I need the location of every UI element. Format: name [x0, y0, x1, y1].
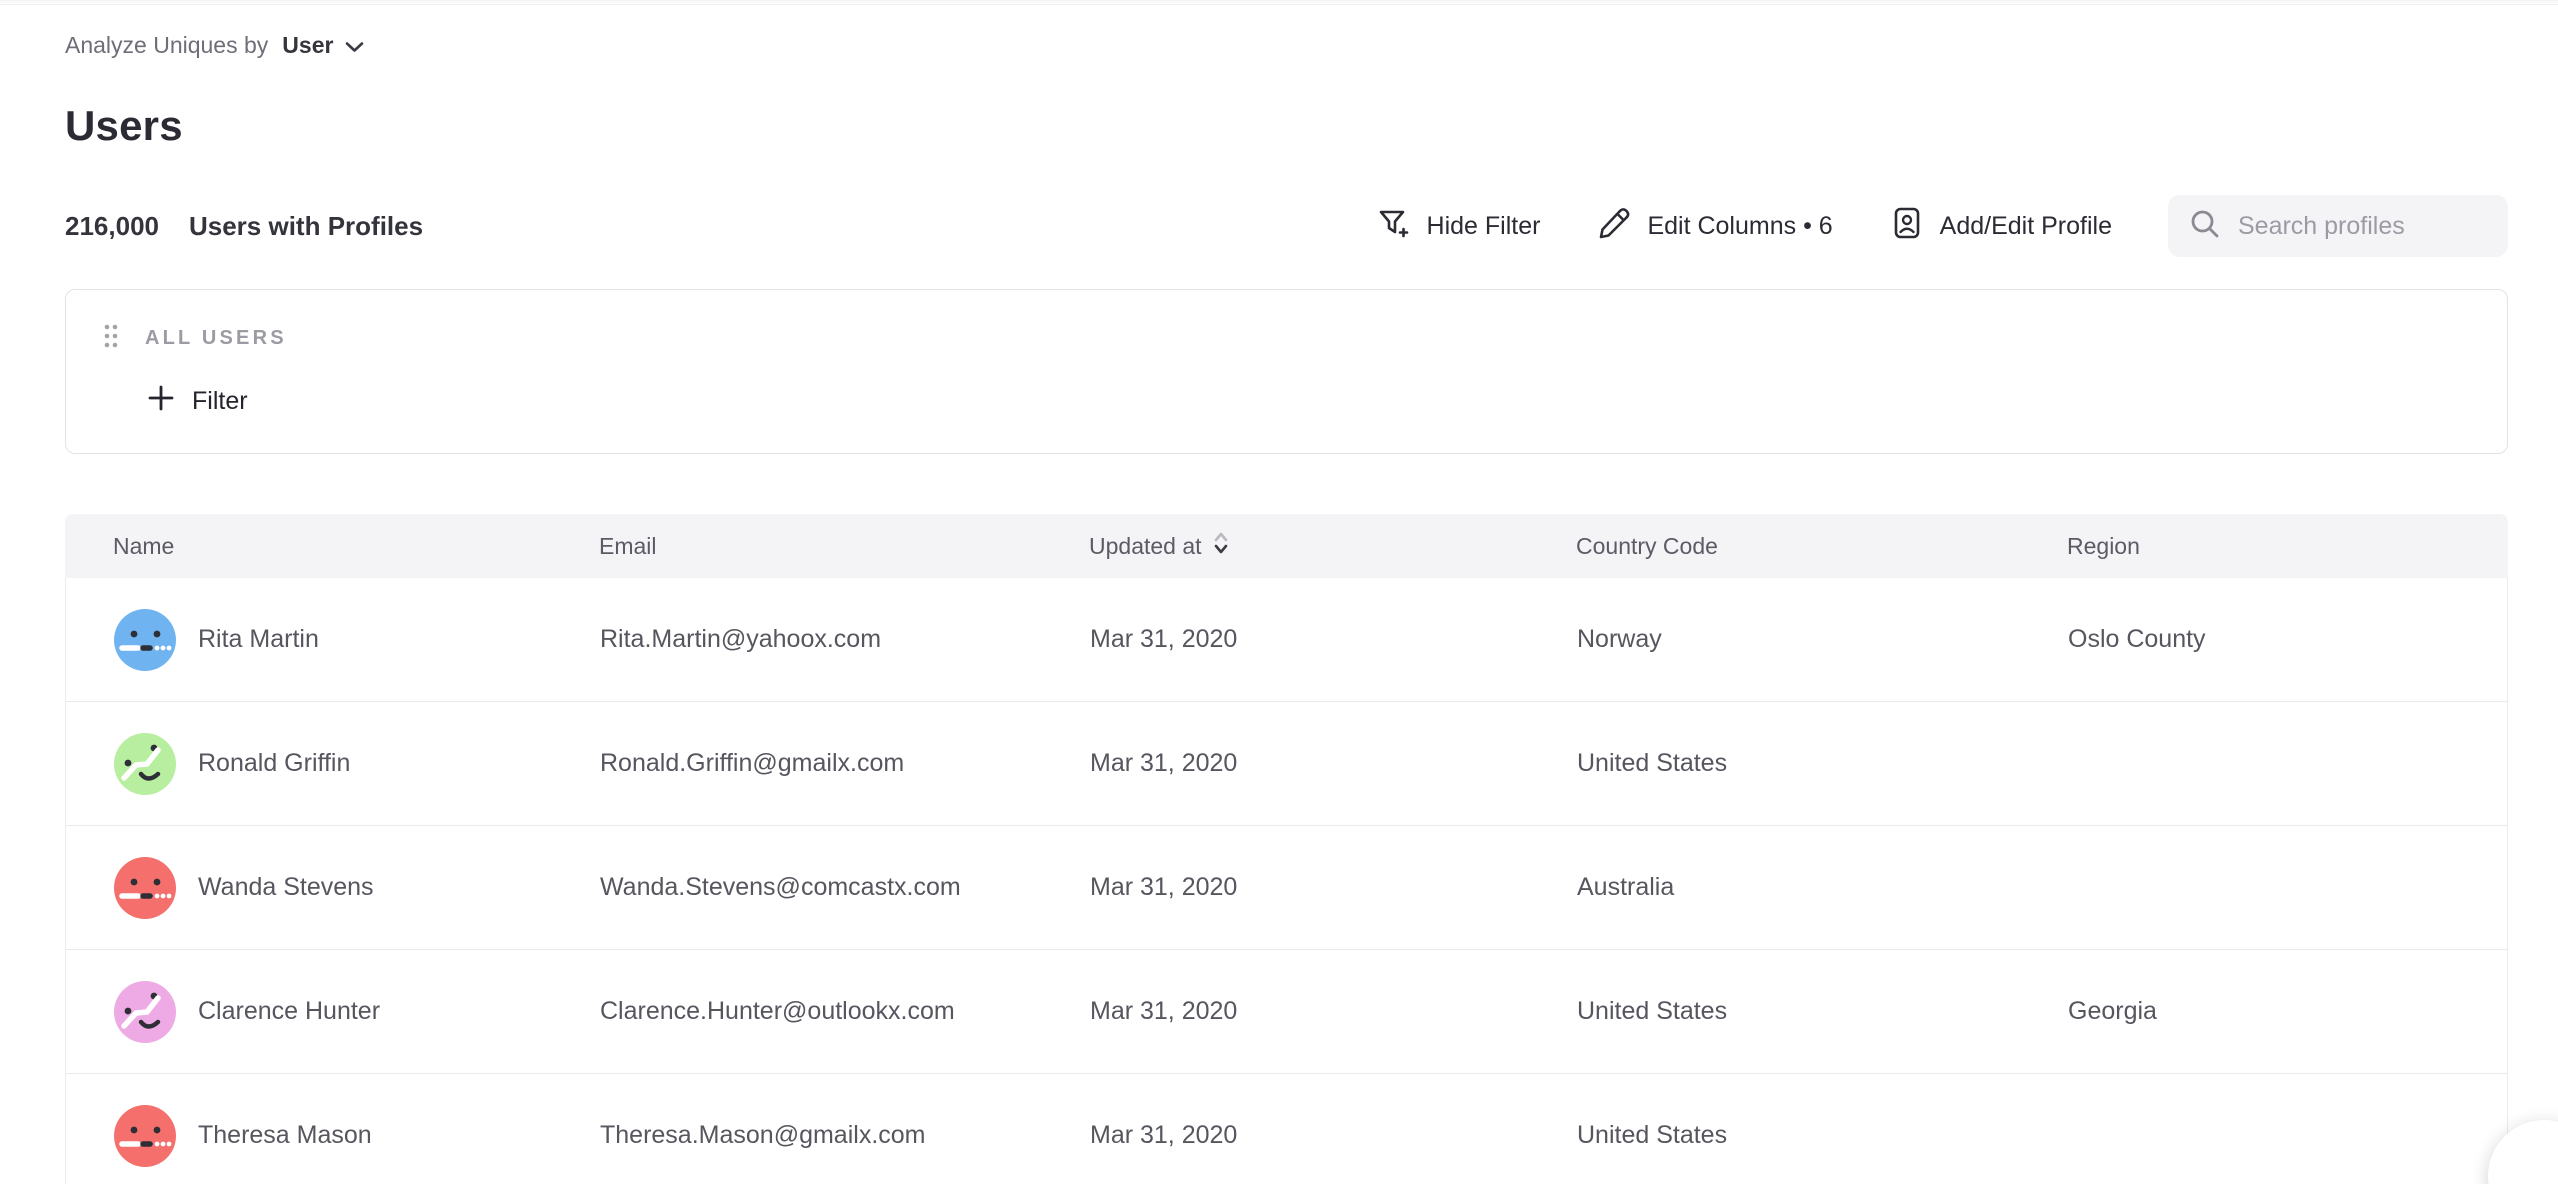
column-header-label: Name [113, 533, 174, 560]
add-edit-profile-label: Add/Edit Profile [1940, 212, 2112, 241]
chevron-down-icon [345, 32, 364, 59]
user-name-cell: Wanda Stevens [114, 857, 600, 919]
profile-card-icon [1889, 205, 1925, 248]
column-header-name[interactable]: Name [113, 533, 599, 560]
drag-handle-icon[interactable] [101, 320, 121, 357]
user-updated-at: Mar 31, 2020 [1090, 625, 1577, 654]
user-region: Georgia [2068, 997, 2507, 1026]
user-name-cell: Rita Martin [114, 609, 600, 671]
filter-panel: ALL USERS Filter [65, 289, 2508, 454]
search-icon [2188, 207, 2222, 246]
user-email: Theresa.Mason@gmailx.com [600, 1121, 1090, 1150]
users-page: Analyze Uniques by User Users 216,000 Us… [0, 0, 2558, 1184]
edit-columns-label: Edit Columns • 6 [1647, 212, 1832, 241]
user-country: Australia [1577, 873, 2068, 902]
table-row[interactable]: Clarence Hunter Clarence.Hunter@outlookx… [66, 950, 2507, 1074]
user-country: United States [1577, 1121, 2068, 1150]
user-name-cell: Ronald Griffin [114, 733, 600, 795]
user-name: Wanda Stevens [198, 873, 374, 902]
filter-group-row: ALL USERS [101, 320, 2507, 357]
column-header-region[interactable]: Region [2067, 533, 2508, 560]
hide-filter-label: Hide Filter [1427, 212, 1541, 241]
add-edit-profile-button[interactable]: Add/Edit Profile [1889, 205, 2112, 248]
analyze-by-selector[interactable]: User [282, 32, 364, 59]
sort-icon [1212, 529, 1230, 563]
filter-group-label: ALL USERS [145, 327, 287, 350]
toolbar: Hide Filter Edit Columns • 6 Add/Edit Pr… [1376, 195, 2508, 257]
pencil-icon [1596, 205, 1632, 248]
user-email: Clarence.Hunter@outlookx.com [600, 997, 1090, 1026]
user-avatar [114, 857, 176, 919]
user-avatar [114, 1105, 176, 1167]
user-country: Norway [1577, 625, 2068, 654]
funnel-plus-icon [1376, 205, 1412, 248]
user-updated-at: Mar 31, 2020 [1090, 997, 1577, 1026]
user-count-label: Users with Profiles [189, 211, 423, 242]
user-region: Oslo County [2068, 625, 2507, 654]
column-header-label: Country Code [1576, 533, 1718, 560]
user-name: Clarence Hunter [198, 997, 380, 1026]
analyze-by-value: User [282, 32, 333, 59]
user-avatar [114, 981, 176, 1043]
user-updated-at: Mar 31, 2020 [1090, 873, 1577, 902]
table-row[interactable]: Ronald Griffin Ronald.Griffin@gmailx.com… [66, 702, 2507, 826]
add-filter-button[interactable]: Filter [146, 383, 248, 420]
user-email: Ronald.Griffin@gmailx.com [600, 749, 1090, 778]
table-row[interactable]: Rita Martin Rita.Martin@yahoox.com Mar 3… [66, 578, 2507, 702]
column-header-updated-at[interactable]: Updated at [1089, 529, 1576, 563]
column-header-label: Region [2067, 533, 2140, 560]
add-filter-label: Filter [192, 387, 248, 416]
stats-toolbar-row: 216,000 Users with Profiles Hide Filter … [65, 194, 2508, 258]
breadcrumb: Analyze Uniques by User [65, 28, 2508, 62]
user-count: 216,000 [65, 211, 159, 242]
user-email: Rita.Martin@yahoox.com [600, 625, 1090, 654]
column-header-label: Email [599, 533, 657, 560]
user-name-cell: Theresa Mason [114, 1105, 600, 1167]
table-body: Rita Martin Rita.Martin@yahoox.com Mar 3… [65, 578, 2508, 1184]
user-updated-at: Mar 31, 2020 [1090, 749, 1577, 778]
plus-icon [146, 383, 176, 420]
user-name: Theresa Mason [198, 1121, 372, 1150]
column-header-country-code[interactable]: Country Code [1576, 533, 2067, 560]
user-country: United States [1577, 997, 2068, 1026]
users-table: Name Email Updated at Country Code Region R… [65, 514, 2508, 1184]
analyze-uniques-label: Analyze Uniques by [65, 32, 268, 59]
edit-columns-button[interactable]: Edit Columns • 6 [1596, 205, 1832, 248]
search-input[interactable] [2238, 212, 2488, 241]
user-name: Ronald Griffin [198, 749, 350, 778]
user-updated-at: Mar 31, 2020 [1090, 1121, 1577, 1150]
column-header-label: Updated at [1089, 533, 1202, 560]
user-email: Wanda.Stevens@comcastx.com [600, 873, 1090, 902]
column-header-email[interactable]: Email [599, 533, 1089, 560]
hide-filter-button[interactable]: Hide Filter [1376, 205, 1541, 248]
user-avatar [114, 609, 176, 671]
table-row[interactable]: Theresa Mason Theresa.Mason@gmailx.com M… [66, 1074, 2507, 1184]
table-header-row: Name Email Updated at Country Code Region [65, 514, 2508, 578]
user-name-cell: Clarence Hunter [114, 981, 600, 1043]
table-row[interactable]: Wanda Stevens Wanda.Stevens@comcastx.com… [66, 826, 2507, 950]
user-country: United States [1577, 749, 2068, 778]
user-avatar [114, 733, 176, 795]
user-name: Rita Martin [198, 625, 319, 654]
profile-search[interactable] [2168, 195, 2508, 257]
page-title: Users [65, 102, 2508, 150]
